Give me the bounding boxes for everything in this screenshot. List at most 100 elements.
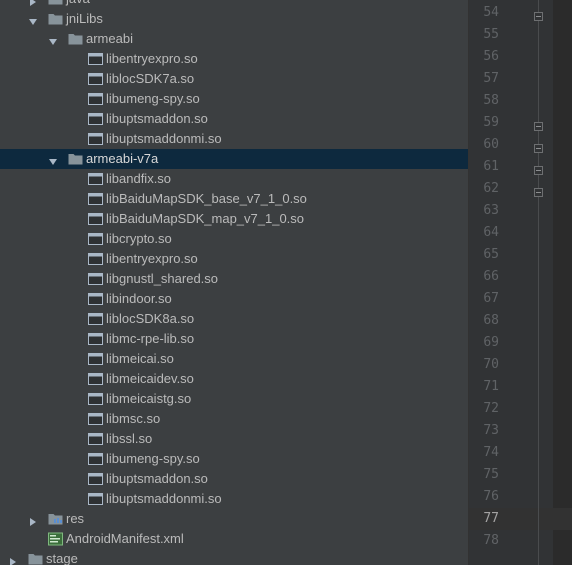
tree-file-item[interactable]: libBaiduMapSDK_map_v7_1_0.so bbox=[0, 209, 468, 229]
native-library-file-icon bbox=[88, 92, 103, 106]
line-number: 58 bbox=[483, 93, 499, 108]
line-number: 63 bbox=[483, 203, 499, 218]
tree-item-label: libcrypto.so bbox=[106, 231, 172, 246]
native-library-file-icon bbox=[88, 452, 103, 466]
collapsed-arrow-icon[interactable] bbox=[8, 554, 18, 565]
tree-item-label: libmeicai.so bbox=[106, 351, 174, 366]
tree-folder-item[interactable]: java bbox=[0, 0, 468, 9]
tree-item-label: libgnustl_shared.so bbox=[106, 271, 219, 286]
line-number: 78 bbox=[483, 533, 499, 548]
line-number: 55 bbox=[483, 27, 499, 42]
tree-file-item[interactable]: libindoor.so bbox=[0, 289, 468, 309]
tree-file-item[interactable]: libumeng-spy.so bbox=[0, 89, 468, 109]
line-number: 67 bbox=[483, 291, 499, 306]
tree-folder-item[interactable]: armeabi bbox=[0, 29, 468, 49]
tree-file-item[interactable]: AndroidManifest.xml bbox=[0, 529, 468, 549]
tree-file-item[interactable]: libBaiduMapSDK_base_v7_1_0.so bbox=[0, 189, 468, 209]
tree-item-label: armeabi bbox=[86, 31, 133, 46]
tree-folder-item[interactable]: armeabi-v7a bbox=[0, 149, 468, 169]
tree-folder-item[interactable]: stage bbox=[0, 549, 468, 565]
tree-item-label: res bbox=[66, 511, 85, 526]
folder-icon bbox=[48, 0, 63, 6]
tree-item-label: libandfix.so bbox=[106, 171, 172, 186]
collapsed-arrow-icon[interactable] bbox=[28, 0, 38, 6]
line-number: 66 bbox=[483, 269, 499, 284]
native-library-file-icon bbox=[88, 432, 103, 446]
native-library-file-icon bbox=[88, 332, 103, 346]
tree-item-label: java bbox=[66, 0, 90, 7]
fold-marker-icon[interactable] bbox=[534, 140, 543, 153]
expanded-arrow-icon[interactable] bbox=[48, 34, 58, 45]
native-library-file-icon bbox=[88, 412, 103, 426]
project-tree[interactable]: java jniLibs armeabi libentryexpro.so libloc… bbox=[0, 0, 468, 565]
tree-file-item[interactable]: liblocSDK8a.so bbox=[0, 309, 468, 329]
tree-item-label: libBaiduMapSDK_base_v7_1_0.so bbox=[106, 191, 307, 206]
line-number: 59 bbox=[483, 115, 499, 130]
tree-item-label: libmsc.so bbox=[106, 411, 161, 426]
native-library-file-icon bbox=[88, 232, 103, 246]
tree-file-item[interactable]: libmc-rpe-lib.so bbox=[0, 329, 468, 349]
native-library-file-icon bbox=[88, 292, 103, 306]
tree-folder-item[interactable]: jniLibs bbox=[0, 9, 468, 29]
expanded-arrow-icon[interactable] bbox=[28, 14, 38, 25]
editor-gutter: 54 55 56 57 58 59 60 61 62 63 64 65 66 67 68 69 70 71 72 73… bbox=[469, 0, 572, 565]
fold-guide-line bbox=[538, 0, 539, 565]
tree-file-item[interactable]: libmeicaidev.so bbox=[0, 369, 468, 389]
tree-file-item[interactable]: libumeng-spy.so bbox=[0, 449, 468, 469]
native-library-file-icon bbox=[88, 192, 103, 206]
tree-file-item[interactable]: libmeicaistg.so bbox=[0, 389, 468, 409]
line-number: 74 bbox=[483, 445, 499, 460]
tree-file-item[interactable]: libuptsmaddonmi.so bbox=[0, 489, 468, 509]
tree-file-item[interactable]: libuptsmaddon.so bbox=[0, 109, 468, 129]
tree-file-item[interactable]: libgnustl_shared.so bbox=[0, 269, 468, 289]
tree-file-item[interactable]: libentryexpro.so bbox=[0, 249, 468, 269]
tree-file-item[interactable]: libuptsmaddonmi.so bbox=[0, 129, 468, 149]
native-library-file-icon bbox=[88, 132, 103, 146]
line-number: 76 bbox=[483, 489, 499, 504]
fold-marker-icon[interactable] bbox=[534, 162, 543, 175]
tree-file-item[interactable]: libmsc.so bbox=[0, 409, 468, 429]
tree-folder-item[interactable]: res bbox=[0, 509, 468, 529]
line-number: 77 bbox=[483, 511, 499, 526]
line-number: 72 bbox=[483, 401, 499, 416]
tree-file-item[interactable]: libmeicai.so bbox=[0, 349, 468, 369]
tree-item-label: jniLibs bbox=[66, 11, 103, 26]
folder-icon bbox=[68, 152, 83, 166]
folder-icon bbox=[28, 552, 43, 565]
native-library-file-icon bbox=[88, 72, 103, 86]
ide-window: java jniLibs armeabi libentryexpro.so libloc… bbox=[0, 0, 572, 565]
editor-area[interactable] bbox=[553, 0, 572, 565]
collapsed-arrow-icon[interactable] bbox=[28, 514, 38, 526]
tree-file-item[interactable]: libandfix.so bbox=[0, 169, 468, 189]
tree-file-item[interactable]: libuptsmaddon.so bbox=[0, 469, 468, 489]
tree-file-item[interactable]: libcrypto.so bbox=[0, 229, 468, 249]
native-library-file-icon bbox=[88, 392, 103, 406]
native-library-file-icon bbox=[88, 252, 103, 266]
native-library-file-icon bbox=[88, 492, 103, 506]
tree-file-item[interactable]: libentryexpro.so bbox=[0, 49, 468, 69]
line-number: 57 bbox=[483, 71, 499, 86]
native-library-file-icon bbox=[88, 372, 103, 386]
fold-marker-icon[interactable] bbox=[534, 118, 543, 131]
tree-item-label: libmeicaidev.so bbox=[106, 371, 194, 386]
manifest-file-icon bbox=[48, 532, 63, 546]
tree-item-label: libindoor.so bbox=[106, 291, 172, 306]
line-number: 69 bbox=[483, 335, 499, 350]
folder-icon bbox=[68, 32, 83, 46]
fold-marker-icon[interactable] bbox=[534, 184, 543, 197]
tree-item-label: libumeng-spy.so bbox=[106, 451, 200, 466]
expanded-arrow-icon[interactable] bbox=[48, 154, 58, 165]
line-number: 68 bbox=[483, 313, 499, 328]
fold-marker-icon[interactable] bbox=[534, 8, 543, 21]
tree-item-label: libssl.so bbox=[106, 431, 153, 446]
tree-item-label: AndroidManifest.xml bbox=[66, 531, 184, 546]
tree-file-item[interactable]: liblocSDK7a.so bbox=[0, 69, 468, 89]
native-library-file-icon bbox=[88, 312, 103, 326]
tree-item-label: libBaiduMapSDK_map_v7_1_0.so bbox=[106, 211, 305, 226]
tree-item-label: armeabi-v7a bbox=[86, 151, 159, 166]
line-number: 71 bbox=[483, 379, 499, 394]
line-number: 73 bbox=[483, 423, 499, 438]
native-library-file-icon bbox=[88, 212, 103, 226]
line-number: 56 bbox=[483, 49, 499, 64]
tree-file-item[interactable]: libssl.so bbox=[0, 429, 468, 449]
